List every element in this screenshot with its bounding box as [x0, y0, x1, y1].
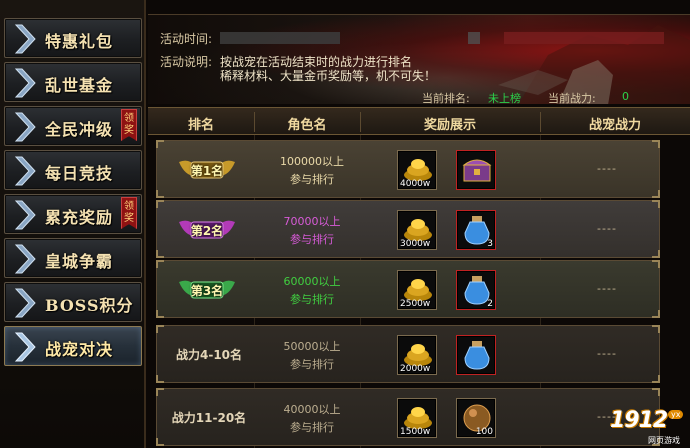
- chevron-right-icon: [14, 24, 36, 54]
- event-desc-line2: 稀释材料、大量金币奖励等，机不可失！: [220, 69, 437, 83]
- requirement-note: 参与排行: [290, 293, 334, 306]
- header-role-name: 角色名: [287, 118, 327, 133]
- reward-gold-amount: 3000w: [400, 239, 431, 249]
- sidebar-item-label: 全民冲级: [45, 120, 114, 139]
- site-watermark-logo: 1912 yx 网页游戏: [610, 408, 690, 448]
- sidebar-item-boss-points[interactable]: BOSS积分: [4, 282, 142, 322]
- sidebar-item-daily-arena[interactable]: 每日竞技: [4, 150, 142, 190]
- claim-reward-badge: 领奖: [121, 109, 137, 141]
- reward-gold-slot[interactable]: 2500w: [397, 270, 437, 310]
- current-power-label: 当前战力:: [548, 92, 596, 104]
- rank-label: 第3名: [190, 284, 224, 298]
- reward-gold-amount: 1500w: [400, 427, 431, 437]
- requirement-power: 100000以上: [280, 155, 344, 168]
- table-row: 第2名 70000以上 参与排行 3000w 3 ----: [156, 200, 660, 258]
- redacted-time: [220, 32, 340, 44]
- requirement-power: 60000以上: [283, 275, 341, 288]
- rank-label: 第1名: [190, 164, 224, 178]
- claim-reward-badge: 领奖: [121, 197, 137, 229]
- sidebar-item-label: 战宠对决: [45, 340, 114, 359]
- reward-item-slot[interactable]: 2: [456, 270, 496, 310]
- watermark-number: 1912: [610, 408, 668, 433]
- reward-gold-amount: 2500w: [400, 299, 431, 309]
- sidebar-item-pet-duel[interactable]: 战宠对决: [4, 326, 142, 366]
- rank-1-wing-badge: 第1名: [175, 154, 239, 184]
- pet-power-value: ----: [597, 347, 617, 360]
- sidebar-item-label: 皇城争霸: [45, 252, 114, 271]
- sidebar-item-label: 特惠礼包: [45, 32, 114, 51]
- pet-power-value: ----: [597, 222, 617, 235]
- redacted-block: [504, 32, 664, 44]
- reward-gold-amount: 2000w: [400, 364, 431, 374]
- rank-label: 战力4-10名: [175, 348, 243, 362]
- rank-3-wing-badge: 第3名: [175, 274, 239, 304]
- sidebar-item-level-race[interactable]: 全民冲级 领奖: [4, 106, 142, 146]
- requirement-power: 70000以上: [283, 215, 341, 228]
- header-pet-power: 战宠战力: [588, 118, 641, 133]
- current-power-value: 0: [622, 90, 629, 103]
- current-rank-value: 未上榜: [488, 92, 521, 104]
- event-desc-label: 活动说明:: [160, 55, 213, 69]
- rank-label: 战力11-20名: [171, 411, 247, 425]
- sidebar: 特惠礼包 乱世基金 全民冲级 领奖 每日竞技 累充奖励 领奖 皇城争霸 BOSS…: [0, 0, 146, 448]
- requirement-note: 参与排行: [290, 358, 334, 371]
- chevron-right-icon: [14, 288, 36, 318]
- chevron-right-icon: [14, 200, 36, 230]
- sidebar-item-special-gift[interactable]: 特惠礼包: [4, 18, 142, 58]
- table-row: 战力11-20名 40000以上 参与排行 1500w 100 ----: [156, 388, 660, 446]
- reward-item-count: 100: [475, 427, 493, 437]
- chevron-right-icon: [14, 112, 36, 142]
- requirement-power: 50000以上: [283, 340, 341, 353]
- event-banner: 活动时间: 活动说明: 按战宠在活动结束时的战力进行排名 稀释材料、大量金币奖励…: [148, 14, 690, 104]
- reward-item-slot[interactable]: 100: [456, 398, 496, 438]
- sidebar-item-label: 累充奖励: [45, 208, 114, 227]
- rank-label: 第2名: [190, 224, 224, 238]
- reward-item-slot[interactable]: [456, 150, 496, 190]
- reward-gold-slot[interactable]: 2000w: [397, 335, 437, 375]
- pet-power-value: ----: [597, 162, 617, 175]
- requirement-note: 参与排行: [290, 421, 334, 434]
- chevron-right-icon: [14, 244, 36, 274]
- chevron-right-icon: [14, 156, 36, 186]
- chevron-right-icon: [14, 332, 36, 362]
- reward-gold-amount: 4000w: [400, 179, 431, 189]
- reward-gold-slot[interactable]: 4000w: [397, 150, 437, 190]
- reward-item-slot[interactable]: [456, 335, 496, 375]
- sidebar-item-recharge-reward[interactable]: 累充奖励 领奖: [4, 194, 142, 234]
- reward-gold-slot[interactable]: 1500w: [397, 398, 437, 438]
- table-row: 第1名 100000以上 参与排行 4000w ----: [156, 140, 660, 198]
- requirement-note: 参与排行: [290, 233, 334, 246]
- header-reward: 奖励展示: [423, 118, 476, 133]
- potion-jar-icon: [464, 341, 490, 370]
- chevron-right-icon: [14, 68, 36, 98]
- treasure-chest-icon: [462, 159, 492, 182]
- sidebar-item-imperial-war[interactable]: 皇城争霸: [4, 238, 142, 278]
- requirement-note: 参与排行: [290, 173, 334, 186]
- reward-item-slot[interactable]: 3: [456, 210, 496, 250]
- reward-gold-slot[interactable]: 3000w: [397, 210, 437, 250]
- current-rank-label: 当前排名:: [422, 92, 470, 104]
- sidebar-item-label: 乱世基金: [45, 76, 114, 95]
- redacted-block: [468, 32, 480, 44]
- reward-item-count: 3: [487, 239, 493, 249]
- reward-item-count: 2: [487, 299, 493, 309]
- watermark-badge: yx: [668, 410, 684, 419]
- sidebar-item-fund[interactable]: 乱世基金: [4, 62, 142, 102]
- table-row: 第3名 60000以上 参与排行 2500w 2 ----: [156, 260, 660, 318]
- table-row: 战力4-10名 50000以上 参与排行 2000w ----: [156, 325, 660, 383]
- rank-2-wing-badge: 第2名: [175, 214, 239, 244]
- watermark-subtitle: 网页游戏: [648, 436, 680, 445]
- requirement-power: 40000以上: [283, 403, 341, 416]
- event-time-label: 活动时间:: [160, 32, 213, 46]
- ranking-table-header: 排名 角色名 奖励展示 战宠战力: [148, 107, 690, 135]
- pet-power-value: ----: [597, 282, 617, 295]
- header-rank: 排名: [187, 118, 214, 133]
- sidebar-item-label: BOSS积分: [45, 296, 134, 315]
- sidebar-item-label: 每日竞技: [45, 164, 114, 183]
